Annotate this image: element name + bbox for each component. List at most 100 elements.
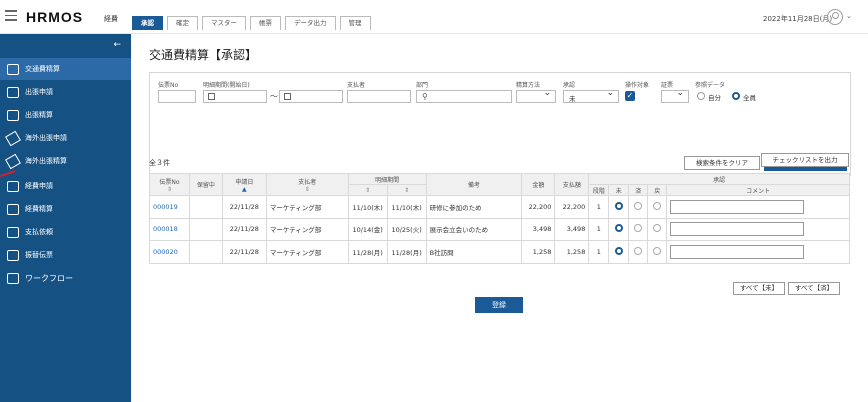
comment-input[interactable]: [670, 199, 805, 214]
radio-done[interactable]: [634, 224, 643, 233]
paid-cell: 3,498: [554, 217, 590, 241]
suitcase-icon: [7, 86, 19, 98]
slip-select[interactable]: [661, 88, 689, 103]
hamburger-icon[interactable]: [5, 10, 17, 22]
amount-cell: 3,498: [521, 217, 556, 241]
train-card-icon: [7, 63, 19, 75]
remarks-cell: B社訪問: [425, 240, 523, 264]
register-button[interactable]: 登録: [475, 297, 523, 313]
ref-self-label: 自分: [708, 94, 721, 102]
sidebar-item-payment-request[interactable]: 支払依頼: [0, 221, 131, 243]
col-payer[interactable]: 支払者 ⇕: [265, 173, 349, 196]
tab-data-export[interactable]: データ出力: [285, 16, 336, 30]
tab-confirm[interactable]: 確定: [167, 16, 198, 30]
label-target: 操作対象: [625, 82, 650, 89]
radio-reject[interactable]: [653, 246, 662, 255]
remarks-cell: 展示会立会いのため: [425, 217, 523, 241]
sidebar-item-overseas-request[interactable]: 海外出張申請: [0, 127, 131, 149]
receipt-icon: [7, 180, 19, 192]
slip-no-link[interactable]: 000019: [149, 195, 190, 219]
set-all-not-yet-button[interactable]: すべて【未】: [733, 282, 785, 295]
tab-approval[interactable]: 承認: [132, 16, 163, 30]
col-slip-no[interactable]: 伝票No ⇕: [149, 173, 190, 196]
set-all-done-button[interactable]: すべて【済】: [788, 282, 840, 295]
comment-input[interactable]: [670, 222, 805, 237]
label-payer: 支払者: [347, 82, 366, 89]
sidebar-item-trip-settlement[interactable]: 出張精算: [0, 104, 131, 126]
period-to-cell: 11/10(木): [386, 195, 427, 219]
period-end-input[interactable]: [279, 90, 343, 103]
chevron-down-icon[interactable]: ⌄: [846, 12, 852, 20]
slip-no-link[interactable]: 000020: [149, 240, 190, 264]
page-title: 交通費精算【承認】: [149, 48, 258, 62]
radio-reject[interactable]: [653, 224, 662, 233]
approval-select[interactable]: 未: [563, 88, 619, 103]
apply-date-cell: 22/11/28: [221, 195, 267, 219]
col-period-from[interactable]: ⇕: [347, 184, 388, 196]
radio-not-yet[interactable]: [614, 201, 623, 210]
user-icon[interactable]: [827, 9, 843, 25]
period-start-input[interactable]: [203, 90, 267, 103]
sidebar-item-expense-request[interactable]: 経費申請: [0, 175, 131, 197]
comment-input[interactable]: [670, 244, 805, 259]
col-remarks: 備考: [425, 173, 523, 196]
ref-self-radio[interactable]: [697, 92, 705, 100]
clear-filters-button[interactable]: 検索条件をクリア: [684, 156, 760, 170]
export-checklist-button[interactable]: チェックリストを出力: [761, 153, 849, 167]
department-input[interactable]: ⚲: [416, 90, 512, 103]
radio-done[interactable]: [634, 246, 643, 255]
chevron-left-icon[interactable]: ←: [113, 40, 121, 50]
period-to-cell: 11/28(月): [386, 240, 427, 264]
sidebar-item-label: 振替伝票: [25, 251, 53, 259]
tab-forms[interactable]: 帳票: [250, 16, 281, 30]
table-row: 000018 22/11/28 マーケティング部 10/14(金) 10/25(…: [149, 217, 850, 241]
sidebar-item-workflow[interactable]: ワークフロー: [0, 267, 131, 289]
label-slip: 証票: [661, 82, 674, 89]
period-from-cell: 11/28(月): [347, 240, 388, 264]
label-approval: 承認: [563, 82, 576, 89]
app-logo[interactable]: HRMOS: [26, 9, 83, 25]
main-content: 交通費精算【承認】 伝票No 明細期間(開始日) ～ 支払者 部門 ⚲ 精算方法…: [131, 34, 868, 402]
radio-done[interactable]: [634, 201, 643, 210]
col-stage: 段階: [588, 184, 610, 196]
period-from-cell: 10/14(金): [347, 217, 388, 241]
ref-all-radio[interactable]: [732, 92, 740, 100]
transfer-icon: [7, 249, 19, 261]
radio-not-yet-cell: [608, 217, 630, 241]
comment-cell: [666, 217, 850, 241]
col-not-yet: 未: [608, 184, 630, 196]
sidebar-item-label: 出張申請: [25, 88, 53, 96]
col-period-to[interactable]: ⇕: [386, 184, 427, 196]
col-holding: 保留中: [188, 173, 223, 196]
slip-no-link[interactable]: 000018: [149, 217, 190, 241]
sidebar-item-label: 海外出張精算: [25, 157, 67, 165]
sidebar-item-transport-expense[interactable]: 交通費精算: [0, 58, 131, 80]
holding-cell: [188, 195, 223, 219]
payer-cell: マーケティング部: [265, 240, 349, 264]
method-select[interactable]: [516, 88, 556, 103]
sidebar-item-label: 海外出張申請: [25, 134, 67, 142]
slip-no-input[interactable]: [158, 90, 196, 103]
target-checkbox[interactable]: ✓: [625, 91, 635, 101]
radio-not-yet[interactable]: [614, 246, 623, 255]
col-reject: 戻: [647, 184, 668, 196]
radio-reject[interactable]: [653, 201, 662, 210]
ref-all-label: 全員: [743, 94, 756, 102]
tab-master[interactable]: マスター: [202, 16, 246, 30]
holding-cell: [188, 240, 223, 264]
sidebar-item-label: 支払依頼: [25, 228, 53, 236]
sidebar-item-expense-settlement[interactable]: 経費精算: [0, 198, 131, 220]
paid-cell: 22,200: [554, 195, 590, 219]
tab-admin[interactable]: 管理: [339, 16, 371, 30]
top-bar: HRMOS 経費 承認 確定 マスター 帳票 データ出力 管理 2022年11月…: [0, 0, 868, 34]
sidebar-item-trip-request[interactable]: 出張申請: [0, 81, 131, 103]
payer-input[interactable]: [347, 90, 411, 103]
comment-cell: [666, 195, 850, 219]
sidebar-item-overseas-settlement[interactable]: 海外出張精算: [0, 150, 131, 172]
col-apply-date[interactable]: 申請日 ▲: [221, 173, 267, 196]
sidebar-item-transfer-slip[interactable]: 振替伝票: [0, 244, 131, 266]
radio-not-yet[interactable]: [614, 224, 623, 233]
sidebar: ← 交通費精算 出張申請 出張精算 海外出張申請 海外出張精算 経費申請 経費精…: [0, 34, 131, 402]
radio-done-cell: [628, 195, 649, 219]
label-ref-data: 参照データ: [695, 82, 726, 89]
